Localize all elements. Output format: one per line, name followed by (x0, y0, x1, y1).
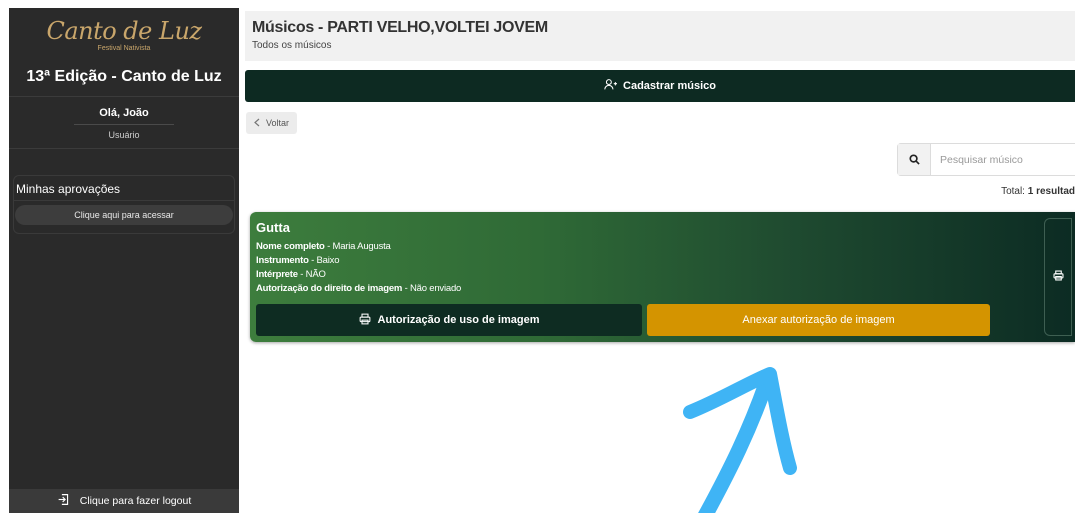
edition-title: 13ª Edição - Canto de Luz (9, 62, 239, 97)
field-label: Autorização do direito de imagem (256, 283, 403, 294)
results-total: Total: 1 resultad (1001, 186, 1075, 197)
search-bar (897, 143, 1075, 176)
annotation-arrow-icon (683, 367, 797, 513)
logo-text: Canto de Luz (46, 16, 202, 45)
register-musician-label: Cadastrar músico (623, 80, 716, 92)
field-value: - Maria Augusta (324, 241, 391, 252)
field-value: - Não enviado (402, 283, 462, 294)
printer-icon (1052, 268, 1064, 286)
musician-name: Gutta (256, 220, 290, 235)
field-instrument: Instrumento - Baixo (256, 254, 1069, 268)
approvals-access-button[interactable]: Clique aqui para acessar (15, 205, 233, 225)
register-musician-button[interactable]: Cadastrar músico (245, 70, 1075, 102)
logout-button[interactable]: Clique para fazer logout (9, 489, 239, 513)
field-value: - NÃO (297, 269, 326, 280)
user-info: Olá, João Usuário (9, 97, 239, 149)
page-subtitle: Todos os músicos (252, 40, 332, 51)
page-header: Músicos - PARTI VELHO,VOLTEI JOVEM Todos… (245, 11, 1075, 61)
field-full-name: Nome completo - Maria Augusta (256, 240, 1069, 254)
printer-icon (359, 313, 371, 328)
field-performer: Intérprete - NÃO (256, 268, 1069, 282)
logout-icon (57, 493, 70, 509)
search-icon[interactable] (898, 144, 931, 175)
chevron-left-icon (254, 118, 260, 129)
field-label: Intérprete (256, 269, 298, 280)
add-user-icon (604, 78, 618, 94)
field-image-rights: Autorização do direito de imagem - Não e… (256, 282, 1069, 296)
results-count: 1 resultad (1027, 186, 1075, 197)
user-role: Usuário (108, 130, 140, 140)
field-label: Instrumento (256, 255, 309, 266)
page-title: Músicos - PARTI VELHO,VOLTEI JOVEM (252, 19, 548, 36)
search-input[interactable] (931, 144, 1075, 175)
field-label: Nome completo (256, 241, 325, 252)
approvals-panel: Minhas aprovações Clique aqui para acess… (13, 175, 235, 234)
image-authorization-button[interactable]: Autorização de uso de imagem (256, 304, 642, 336)
approvals-title: Minhas aprovações (14, 182, 234, 201)
back-label: Voltar (265, 118, 289, 128)
user-divider (74, 124, 174, 125)
logout-label: Clique para fazer logout (79, 495, 192, 507)
field-value: - Baixo (308, 255, 340, 266)
back-button[interactable]: Voltar (246, 112, 297, 134)
attach-authorization-button[interactable]: Anexar autorização de imagem (647, 304, 990, 336)
print-button[interactable] (1044, 218, 1072, 336)
sidebar: Canto de Luz Festival Nativista 13ª Ediç… (9, 8, 239, 513)
logo-subtitle: Festival Nativista (97, 44, 151, 52)
musician-card: Gutta Nome completo - Maria Augusta Inst… (250, 212, 1075, 342)
image-authorization-label: Autorização de uso de imagem (377, 314, 540, 326)
results-prefix: Total: (1001, 186, 1028, 197)
festival-logo: Canto de Luz Festival Nativista (9, 8, 239, 62)
user-greeting: Olá, João (99, 107, 149, 119)
